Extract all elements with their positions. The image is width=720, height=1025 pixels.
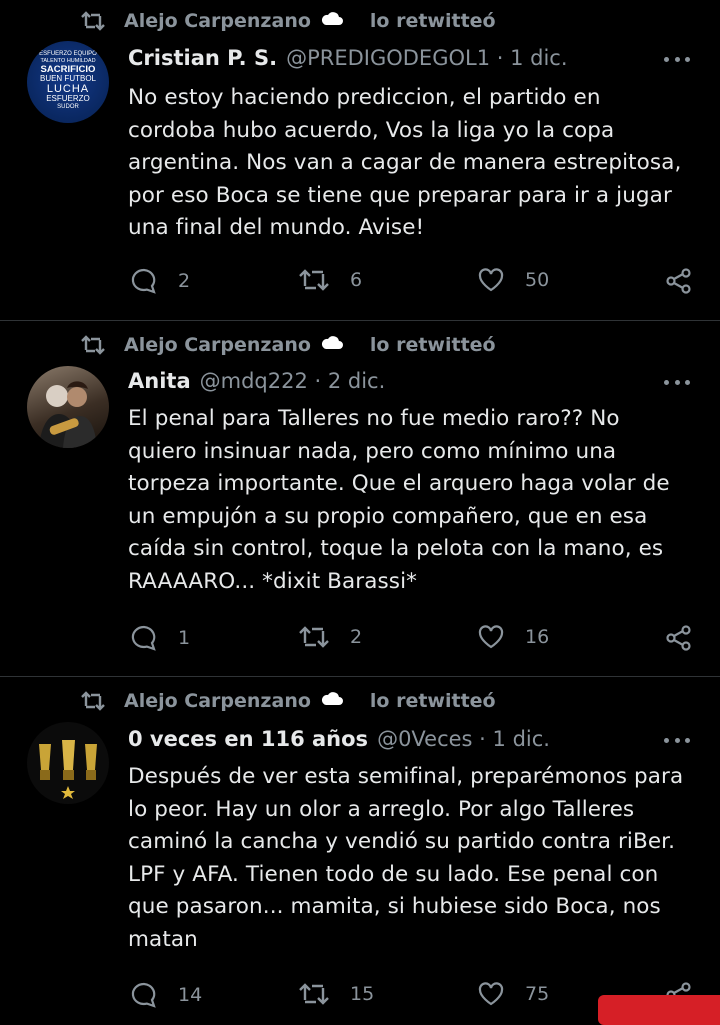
reply-icon — [131, 625, 156, 651]
retweet-context: Alejo Carpenzano lo retwitteó — [80, 689, 496, 712]
retweet-icon — [299, 269, 329, 291]
text-line: una final del mundo. Avise! — [128, 215, 425, 240]
share-button[interactable] — [665, 267, 713, 295]
like-button[interactable]: 50 — [477, 267, 549, 293]
action-bar: 2 6 50 — [130, 267, 691, 297]
retweet-button[interactable]: 15 — [298, 981, 374, 1007]
retweet-button[interactable]: 2 — [298, 624, 362, 650]
text-line: lo peor. Hay un olor a arreglo. Por algo… — [128, 796, 635, 822]
separator: · — [490, 46, 511, 70]
text-line: Después de ver esta semifinal, preparémo… — [128, 764, 684, 789]
text-line: caminó la cancha y vendió su partido con… — [128, 829, 676, 854]
retweeter-name[interactable]: Alejo Carpenzano — [124, 334, 311, 356]
text-line: cordoba hubo acuerdo, Vos la liga yo la … — [128, 117, 615, 143]
text-line: torpeza importante. Que el arquero haga … — [128, 471, 670, 496]
more-options-icon[interactable] — [664, 55, 690, 63]
svg-text:ESFUERZO: ESFUERZO — [46, 94, 90, 103]
text-line: caída sin control, toque la pelota con l… — [128, 536, 664, 561]
text-line: RAAAARO... *dixit Barassi* — [128, 568, 418, 594]
retweet-icon — [299, 626, 329, 648]
reply-count: 14 — [178, 984, 203, 1006]
retweet-suffix: lo retwitteó — [369, 689, 496, 712]
tweet-header: Anita @mdq222 · 2 dic. — [128, 369, 385, 393]
author-handle[interactable]: @0Veces — [377, 727, 472, 751]
reply-button[interactable]: 14 — [130, 981, 202, 1009]
text-line: El penal para Talleres no fue medio raro… — [128, 406, 620, 431]
text-line: matan — [128, 926, 198, 952]
reply-button[interactable]: 1 — [130, 624, 190, 652]
share-icon — [666, 268, 691, 294]
retweet-context: Alejo Carpenzano lo retwitteó — [80, 333, 496, 356]
tweet-date[interactable]: 1 dic. — [493, 727, 550, 751]
author-handle[interactable]: @PREDIGODEGOL1 — [286, 46, 490, 70]
retweet-icon — [81, 10, 105, 31]
like-count: 50 — [525, 269, 550, 291]
avatar[interactable]: ESFUERZO EQUIPO TALENTO HUMILDAD SACRIFI… — [27, 41, 109, 123]
tweet[interactable]: Alejo Carpenzano lo retwitteó Anita @mdq… — [0, 321, 720, 675]
retweet-icon — [299, 983, 329, 1005]
cloud-icon — [320, 689, 362, 712]
tweet-header: Cristian P. S. @PREDIGODEGOL1 · 1 dic. — [128, 46, 568, 70]
retweet-context: Alejo Carpenzano lo retwitteó — [80, 9, 496, 32]
like-button[interactable]: 75 — [477, 981, 549, 1007]
text-line: LPF y AFA. Tienen todo de su lado. Ese p… — [128, 861, 659, 887]
tweet-header: 0 veces en 116 años @0Veces · 1 dic. — [128, 727, 550, 751]
author-name[interactable]: 0 veces en 116 años — [128, 727, 368, 751]
author-name[interactable]: Cristian P. S. — [128, 46, 277, 70]
share-button[interactable] — [665, 624, 713, 652]
heart-icon — [478, 982, 504, 1006]
text-line: No estoy haciendo prediccion, el partido… — [128, 85, 601, 110]
retweet-suffix: lo retwitteó — [369, 333, 496, 356]
cloud-icon — [320, 9, 362, 32]
tweet-text: Después de ver esta semifinal, preparémo… — [128, 761, 688, 956]
reply-button[interactable]: 2 — [130, 267, 190, 295]
share-icon — [666, 625, 691, 651]
author-name[interactable]: Anita — [128, 369, 191, 393]
retweeter-name[interactable]: Alejo Carpenzano — [124, 10, 311, 32]
text-line: argentina. Nos van a cagar de manera est… — [128, 150, 682, 175]
heart-icon — [478, 625, 504, 649]
reply-icon — [131, 982, 156, 1008]
svg-text:ESFUERZO EQUIPO: ESFUERZO EQUIPO — [39, 51, 97, 57]
cloud-icon — [320, 333, 362, 356]
separator: · — [472, 727, 493, 751]
tweet-date[interactable]: 1 dic. — [510, 46, 567, 70]
text-line: quiero insinuar nada, pero como mínimo u… — [128, 438, 617, 464]
retweet-icon — [81, 690, 105, 711]
heart-icon — [478, 268, 504, 292]
reply-count: 2 — [178, 270, 191, 292]
like-button[interactable]: 16 — [477, 624, 549, 650]
avatar[interactable] — [27, 722, 109, 804]
retweet-button[interactable]: 6 — [298, 267, 362, 293]
tweet-date[interactable]: 2 dic. — [328, 369, 385, 393]
action-bar: 1 2 16 — [130, 624, 691, 654]
tweet-text: No estoy haciendo prediccion, el partido… — [128, 82, 688, 245]
author-handle[interactable]: @mdq222 — [200, 369, 308, 393]
like-count: 16 — [525, 626, 550, 648]
text-line: por eso Boca se tiene que preparar para … — [128, 182, 672, 208]
retweet-icon — [81, 334, 105, 355]
overlay-badge — [598, 995, 720, 1025]
tweet[interactable]: Alejo Carpenzano lo retwitteó ESFUERZO E… — [0, 0, 720, 320]
text-line: un empujón a su propio compañero, que en… — [128, 503, 648, 529]
more-options-icon[interactable] — [664, 736, 690, 744]
avatar[interactable] — [27, 366, 109, 448]
retweet-count: 6 — [350, 269, 363, 291]
svg-text:BUEN FUTBOL: BUEN FUTBOL — [40, 74, 97, 83]
retweet-count: 2 — [350, 626, 363, 648]
tweet[interactable]: Alejo Carpenzano lo retwitteó 0 veces en… — [0, 677, 720, 1011]
text-line: que pasaron... mamita, si hubiese sido B… — [128, 894, 661, 919]
separator: · — [307, 369, 328, 393]
retweeter-name[interactable]: Alejo Carpenzano — [124, 690, 311, 712]
svg-text:SUDOR: SUDOR — [57, 104, 79, 110]
reply-icon — [131, 268, 156, 294]
tweet-text: El penal para Talleres no fue medio raro… — [128, 403, 688, 598]
retweet-count: 15 — [350, 983, 375, 1005]
retweet-suffix: lo retwitteó — [369, 9, 496, 32]
like-count: 75 — [525, 983, 550, 1005]
reply-count: 1 — [178, 627, 191, 649]
more-options-icon[interactable] — [664, 378, 690, 386]
